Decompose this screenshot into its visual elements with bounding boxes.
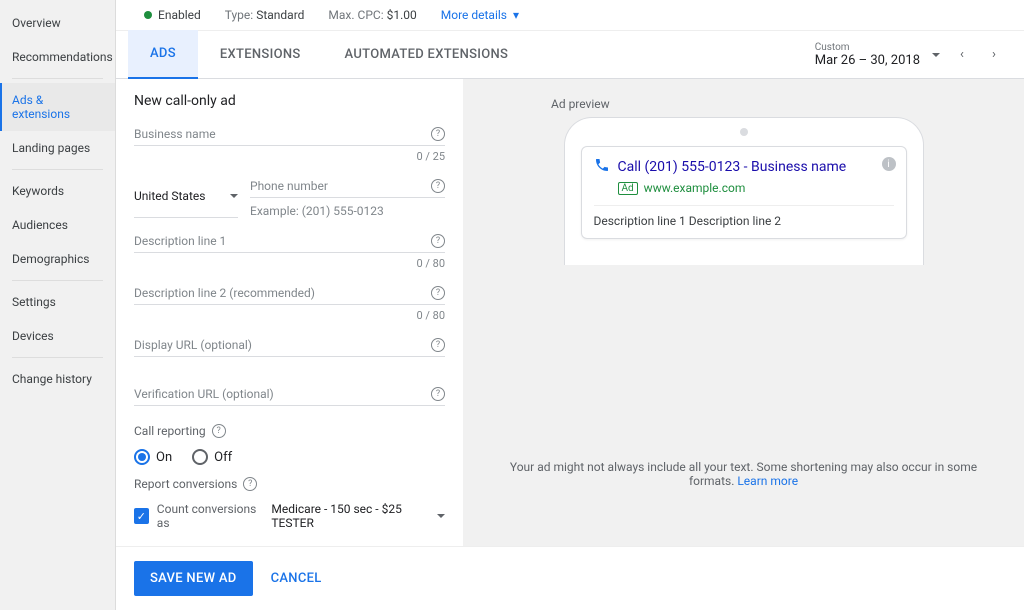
verification-url-field[interactable]: Verification URL (optional) ? [134, 387, 445, 406]
description-line-1-field[interactable]: Description line 1 ? [134, 234, 445, 253]
help-icon[interactable]: ? [431, 338, 445, 352]
sidebar-divider [12, 78, 103, 79]
phone-frame: i Call (201) 555-0123 - Business name Ad… [564, 117, 924, 265]
business-name-field[interactable]: Business name ? [134, 127, 445, 146]
tab-ads[interactable]: ADS [128, 30, 198, 79]
tabs-row: ADS EXTENSIONS AUTOMATED EXTENSIONS Cust… [116, 31, 1024, 79]
sidebar-item-keywords[interactable]: Keywords [0, 174, 115, 208]
display-url-label: Display URL (optional) [134, 338, 252, 352]
sidebar-item-change-history[interactable]: Change history [0, 362, 115, 396]
conversion-value: Medicare - 150 sec - $25 TESTER [271, 502, 433, 530]
help-icon[interactable]: ? [243, 477, 257, 491]
description-line-2-field[interactable]: Description line 2 (recommended) ? [134, 286, 445, 305]
status-enabled-label: Enabled [158, 8, 201, 22]
count-conversions-label: Count conversions as [157, 502, 264, 530]
type-label: Type: [225, 8, 253, 22]
sidebar-divider [12, 357, 103, 358]
sidebar: Overview Recommendations Ads & extension… [0, 0, 116, 610]
call-reporting-label: Call reporting ? [134, 424, 226, 438]
more-details-link[interactable]: More details ▾ [441, 8, 519, 22]
form-column: New call-only ad Business name ? 0 / 25 … [116, 79, 463, 546]
ad-url: www.example.com [644, 181, 746, 195]
desc1-label: Description line 1 [134, 234, 226, 248]
daterange-label: Custom [815, 42, 920, 53]
tab-extensions[interactable]: EXTENSIONS [198, 31, 323, 78]
status-maxcpc: Max. CPC: $1.00 [328, 8, 416, 22]
main: Enabled Type: Standard Max. CPC: $1.00 M… [116, 0, 1024, 610]
ad-headline: Call (201) 555-0123 - Business name [594, 157, 894, 177]
prev-period-button[interactable]: ‹ [952, 47, 972, 62]
radio-on-label: On [156, 450, 172, 465]
preview-column: Ad preview i Call (201) 555-0123 - Busin… [463, 79, 1024, 546]
dropdown-caret-icon [230, 194, 238, 198]
ad-headline-text: Call (201) 555-0123 - Business name [618, 159, 847, 175]
phone-label: Phone number [250, 179, 328, 193]
radio-off-label: Off [214, 450, 232, 465]
sidebar-divider [12, 280, 103, 281]
ad-preview-card: i Call (201) 555-0123 - Business name Ad… [581, 146, 907, 239]
verification-url-label: Verification URL (optional) [134, 387, 274, 401]
maxcpc-value: $1.00 [387, 8, 417, 22]
phone-example: Example: (201) 555-0123 [250, 204, 445, 218]
ad-description: Description line 1 Description line 2 [594, 205, 894, 228]
status-type: Type: Standard [225, 8, 305, 22]
report-conversions-label: Report conversions ? [134, 477, 257, 491]
call-reporting-on-radio[interactable]: On [134, 449, 172, 465]
next-period-button[interactable]: › [984, 47, 1004, 62]
business-name-label: Business name [134, 127, 216, 141]
help-icon[interactable]: ? [431, 387, 445, 401]
footer: SAVE NEW AD CANCEL [116, 546, 1024, 610]
help-icon[interactable]: ? [431, 179, 445, 193]
desc2-label: Description line 2 (recommended) [134, 286, 315, 300]
tab-automated-extensions[interactable]: AUTOMATED EXTENSIONS [323, 31, 531, 78]
call-reporting-off-radio[interactable]: Off [192, 449, 232, 465]
form-title: New call-only ad [134, 93, 445, 109]
status-enabled: Enabled [144, 8, 201, 22]
sidebar-item-demographics[interactable]: Demographics [0, 242, 115, 276]
desc1-counter: 0 / 80 [134, 257, 445, 270]
phone-speaker-icon [740, 128, 748, 136]
content: New call-only ad Business name ? 0 / 25 … [116, 79, 1024, 546]
status-dot-icon [144, 11, 152, 19]
dropdown-caret-icon [932, 53, 940, 57]
sidebar-item-settings[interactable]: Settings [0, 285, 115, 319]
business-name-counter: 0 / 25 [134, 150, 445, 163]
date-range-picker[interactable]: Custom Mar 26 – 30, 2018 ‹ › [815, 42, 1012, 68]
help-icon[interactable]: ? [431, 286, 445, 300]
preview-disclaimer: Your ad might not always include all you… [491, 460, 996, 528]
country-select[interactable]: United States [134, 179, 238, 218]
sidebar-item-audiences[interactable]: Audiences [0, 208, 115, 242]
ad-badge: Ad [618, 182, 638, 195]
help-icon[interactable]: ? [431, 127, 445, 141]
help-icon[interactable]: ? [212, 424, 226, 438]
dropdown-caret-icon [437, 514, 445, 518]
sidebar-item-landing-pages[interactable]: Landing pages [0, 131, 115, 165]
status-bar: Enabled Type: Standard Max. CPC: $1.00 M… [116, 0, 1024, 31]
learn-more-link[interactable]: Learn more [737, 474, 798, 488]
cancel-button[interactable]: CANCEL [271, 571, 322, 586]
sidebar-item-devices[interactable]: Devices [0, 319, 115, 353]
sidebar-divider [12, 169, 103, 170]
radio-icon [134, 449, 150, 465]
sidebar-item-overview[interactable]: Overview [0, 6, 115, 40]
save-new-ad-button[interactable]: SAVE NEW AD [134, 561, 253, 596]
desc2-counter: 0 / 80 [134, 309, 445, 322]
sidebar-item-recommendations[interactable]: Recommendations [0, 40, 115, 74]
sidebar-item-ads-extensions[interactable]: Ads & extensions [0, 83, 115, 131]
info-icon[interactable]: i [882, 157, 896, 171]
conversion-action-select[interactable]: Medicare - 150 sec - $25 TESTER [271, 502, 445, 530]
display-url-field[interactable]: Display URL (optional) ? [134, 338, 445, 357]
radio-icon [192, 449, 208, 465]
phone-icon [594, 157, 610, 177]
preview-label: Ad preview [551, 97, 996, 111]
more-details-text: More details [441, 8, 507, 22]
count-conversions-checkbox[interactable]: ✓ [134, 508, 149, 524]
type-value: Standard [256, 8, 304, 22]
phone-number-field[interactable]: Phone number ? [250, 179, 445, 198]
help-icon[interactable]: ? [431, 234, 445, 248]
country-value: United States [134, 189, 205, 203]
daterange-value: Mar 26 – 30, 2018 [815, 53, 920, 68]
chevron-down-icon: ▾ [513, 8, 519, 22]
maxcpc-label: Max. CPC: [328, 8, 383, 22]
